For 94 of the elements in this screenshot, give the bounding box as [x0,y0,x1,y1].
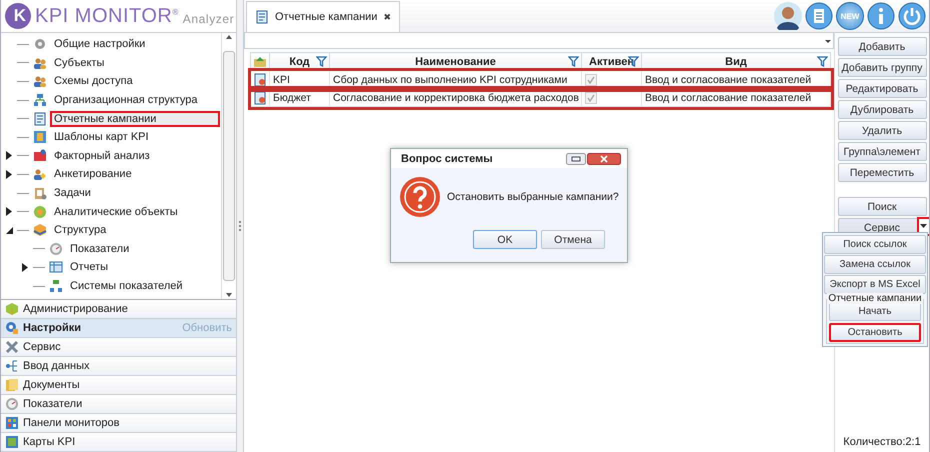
notebook-icon [252,90,266,104]
scrollbar-thumb[interactable] [223,51,235,281]
expand-arrow-icon[interactable] [22,262,28,272]
close-tab-button[interactable]: ✖ [383,12,392,22]
record-count: Количество:2:1 [843,436,921,448]
nav-bar-item[interactable]: Настройки Обновить [1,319,236,338]
name-cell: Согласование и корректировка бюджета расходов [330,88,582,106]
nav-bar-item[interactable]: Сервис [1,338,236,357]
menu-item[interactable]: Экспорт в MS Excel [824,275,926,294]
nav-bar-item[interactable]: Панели мониторов [1,414,236,433]
avatar-icon[interactable] [774,2,802,30]
card-icon [5,435,19,449]
tree-item[interactable]: Задачи [51,186,219,200]
tree-item[interactable]: Субъекты [51,56,219,70]
group-title: Отчетные кампании [827,293,923,304]
tree-item[interactable]: Показатели [67,242,219,256]
nav-bar-label: Настройки [23,322,82,334]
dialog-button[interactable]: Отмена [541,230,605,249]
tree-item[interactable]: Шаблоны карт KPI [51,130,219,144]
tree-item[interactable]: Отчеты [67,260,219,274]
tree-item[interactable]: Факторный анализ [51,148,219,163]
question-icon [399,176,441,218]
action-button[interactable]: Добавить группу [838,58,926,77]
menu-item[interactable]: Замена ссылок [824,255,926,274]
tree-item[interactable]: Общие настройки [51,37,219,52]
nav-bar-label: Документы [23,379,80,391]
notebook-icon [255,10,269,24]
expand-arrow-icon[interactable] [6,170,12,179]
collapse-arrow-icon[interactable] [6,226,12,234]
dialog-title: Вопрос системы [401,152,493,164]
tool-button[interactable]: Поиск [838,197,926,216]
info-icon[interactable] [867,2,895,30]
name-cell: Сбор данных по выполнению KPI сотрудниками [330,70,582,88]
logo-subtitle: Analyzer [182,12,234,26]
column-header[interactable]: Вид [725,56,747,68]
hierarchy-icon [49,279,63,294]
nav-bar-label: Панели мониторов [23,417,120,429]
tree-item[interactable]: Схемы доступа [51,74,219,88]
tree-item[interactable]: Аналитические объекты [51,204,219,219]
clipboard-icon[interactable] [805,2,833,30]
flow-icon [5,359,19,373]
tree-item[interactable]: Организационная структура [51,93,219,108]
action-button[interactable]: Переместить [838,163,926,182]
nav-bar-label: Показатели [23,398,82,410]
notebook-icon [33,112,47,126]
action-button[interactable]: Редактировать [838,79,926,98]
power-icon[interactable] [898,2,926,30]
action-button[interactable]: Удалить [838,121,926,140]
scroll-up-icon[interactable] [225,33,233,41]
menu-item[interactable]: Поиск ссылок [824,235,926,254]
nav-bar-item[interactable]: Карты KPI [1,433,236,452]
gauge-icon [49,242,63,256]
action-button[interactable]: Добавить [838,37,926,56]
tree-item[interactable]: Структура [51,223,219,238]
card-icon [33,130,47,144]
action-button[interactable]: Группа\элемент [838,142,926,161]
table-icon [49,260,63,274]
notebook-icon [252,72,266,86]
nav-bar-item[interactable]: Показатели [1,395,236,414]
close-button[interactable] [587,152,621,164]
menu-item[interactable]: Остановить [829,323,921,342]
tree-item[interactable]: Анкетирование [51,167,219,182]
people-icon [33,167,47,182]
dashboard-icon [5,416,19,430]
caret-icon [920,224,927,229]
nav-bar-item[interactable]: Ввод данных [1,357,236,376]
nav-bar-label: Карты KPI [23,436,76,448]
code-cell: KPI [270,70,330,88]
nav-bar-item[interactable]: Администрирование [1,300,236,319]
nav-bar-label: Ввод данных [23,360,90,372]
people-icon [33,74,47,88]
expand-arrow-icon[interactable] [6,151,12,160]
gauge-icon [5,397,19,411]
view-cell: Ввод и согласование показателей [642,70,830,88]
dialog-button[interactable]: OK [473,230,537,249]
action-button[interactable]: Дублировать [838,100,926,119]
folder-icon [5,378,19,392]
hierarchy-icon [33,93,47,108]
nav-bar-item[interactable]: Документы [1,376,236,395]
tree-item[interactable]: Отчетные кампании [51,112,219,126]
people-icon [33,56,47,70]
clipboard-icon [33,186,47,200]
expand-arrow-icon[interactable] [6,207,12,216]
logo-text: KPI MONITOR$^{®}$ [35,4,179,28]
tab[interactable]: Отчетные кампании ✖ [246,1,400,32]
nav-bar-label: Администрирование [23,303,128,315]
dialog-message: Остановить выбранные кампании? [447,191,619,203]
folder-up-icon[interactable] [253,56,267,68]
code-cell: Бюджет [270,88,330,106]
tree-item[interactable]: Системы показателей [67,279,219,294]
minimize-button[interactable] [566,152,586,164]
nav-bar-label: Сервис [23,341,61,353]
logo-mark: K [5,3,31,29]
view-cell: Ввод и согласование показателей [642,88,830,106]
